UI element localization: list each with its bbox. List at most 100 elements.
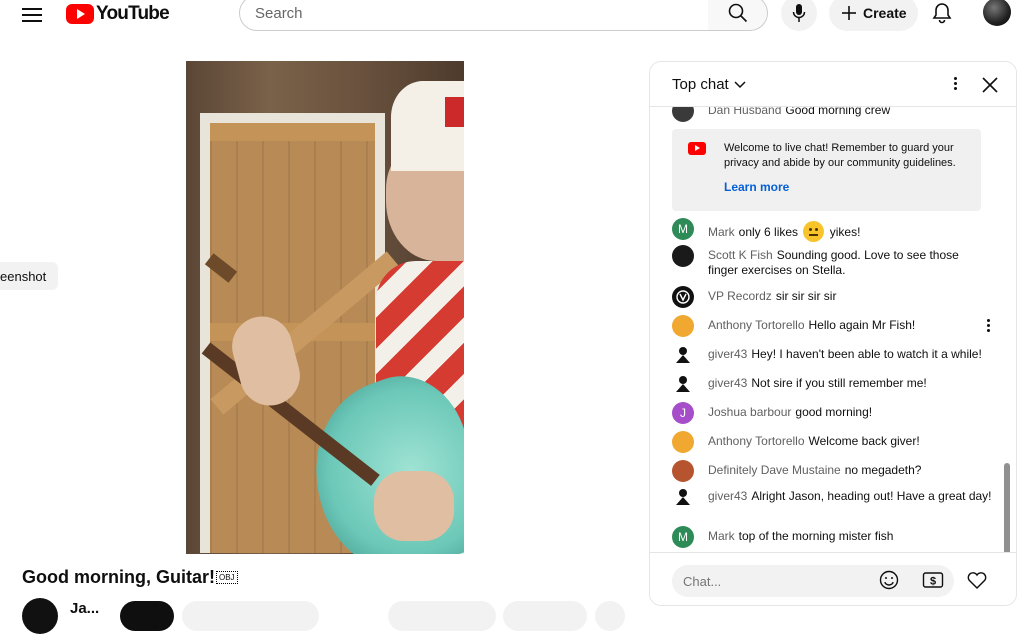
author-name[interactable]: Scott K Fish [708,248,773,262]
object-replacement-glyph: OBJ [215,571,238,584]
chat-message: giver43 Not sire if you still remember me… [672,373,992,395]
screenshot-pill[interactable]: eenshot [0,262,58,290]
chat-message: M Mark only 6 likes yikes! [672,218,992,242]
youtube-play-icon [66,4,94,24]
menu-icon[interactable] [20,4,44,24]
author-name[interactable]: Mark [708,225,735,239]
subscribed-button[interactable] [182,601,319,631]
more-actions-button[interactable] [595,601,625,631]
person-silhouette-icon [676,347,690,363]
notifications-bell-icon[interactable] [931,2,953,24]
message-text: only 6 likes [738,225,799,239]
youtube-icon [688,142,706,155]
message-text: Hey! I haven't been able to watch it a w… [751,347,982,361]
search-icon [728,3,747,23]
user-avatar [672,486,694,508]
close-icon[interactable] [981,76,999,94]
like-dislike-button[interactable] [388,601,496,631]
message-text: Hello again Mr Fish! [808,318,916,332]
search-input[interactable]: Search [239,0,709,31]
user-avatar [672,245,694,267]
chat-scrollbar[interactable] [1004,463,1010,552]
learn-more-link[interactable]: Learn more [724,180,789,194]
youtube-logo[interactable]: YouTube [66,3,170,25]
author-name[interactable]: VP Recordz [708,289,772,303]
top-bar: YouTube Search Create [0,0,1024,32]
chat-message: giver43 Alright Jason, heading out! Have … [672,486,992,508]
welcome-banner: Welcome to live chat! Remember to guard … [672,129,981,211]
video-title: Good morning, Guitar! OBJ [22,567,238,588]
chat-footer: $ [650,552,1016,605]
video-player[interactable] [186,61,464,554]
user-avatar [672,373,694,395]
chat-message: Definitely Dave Mustaine no megadeth? [672,460,992,482]
chat-more-icon[interactable] [950,75,960,95]
user-avatar [672,431,694,453]
chat-message: giver43 Hey! I haven't been able to watch… [672,344,992,366]
author-name[interactable]: Anthony Tortorello [708,318,805,332]
user-avatar: M [672,526,694,548]
chat-message: Anthony Tortorello Welcome back giver! [672,431,992,453]
person-silhouette-icon [676,376,690,392]
chat-header: Top chat [650,62,1016,107]
microphone-icon [792,4,806,22]
message-text: Not sire if you still remember me! [751,376,927,390]
vp-logo-icon [676,290,690,304]
channel-name[interactable]: Ja... [70,600,99,617]
message-text: Alright Jason, heading out! Have a great… [751,489,992,503]
create-label: Create [863,5,907,21]
user-avatar: M [672,218,694,240]
create-button[interactable]: Create [829,0,918,31]
user-avatar [672,107,694,122]
message-text-after: yikes! [829,225,861,239]
welcome-text: Welcome to live chat! Remember to guard … [724,142,956,169]
author-name[interactable]: giver43 [708,376,747,390]
author-name[interactable]: Mark [708,529,735,543]
author-name[interactable]: giver43 [708,347,747,361]
chat-input[interactable] [672,565,904,597]
search-button[interactable] [708,0,768,31]
message-text: sir sir sir sir [775,289,837,303]
chat-message: Dan Husband Good morning crew [672,107,992,122]
live-chat-panel: Top chat Dan Husband Good morning crew We… [649,61,1017,606]
user-avatar [672,344,694,366]
chat-message: M Mark top of the morning mister fish [672,526,992,548]
account-avatar[interactable] [983,0,1011,26]
video-title-text: Good morning, Guitar! [22,567,215,587]
svg-text:$: $ [930,576,936,588]
author-name[interactable]: Dan Husband [708,107,781,117]
heart-icon[interactable] [966,570,988,590]
join-button[interactable] [120,601,174,631]
neutral-face-icon [803,221,825,242]
share-button[interactable] [503,601,587,631]
logo-text: YouTube [96,3,170,24]
chat-message: J Joshua barbour good morning! [672,402,992,424]
top-chat-dropdown[interactable]: Top chat [672,76,747,93]
user-avatar [672,286,694,308]
message-text: good morning! [795,405,873,419]
message-text: Welcome back giver! [808,434,920,448]
author-name[interactable]: Joshua barbour [708,405,791,419]
person-silhouette-icon [676,489,690,505]
super-chat-icon[interactable]: $ [922,570,944,590]
author-name[interactable]: Anthony Tortorello [708,434,805,448]
user-avatar [672,315,694,337]
message-text: top of the morning mister fish [738,529,894,543]
author-name[interactable]: Definitely Dave Mustaine [708,463,841,477]
voice-search-button[interactable] [781,0,817,31]
chat-message: Scott K Fish Sounding good. Love to see t… [672,245,992,278]
author-name[interactable]: giver43 [708,489,747,503]
chat-title-label: Top chat [672,76,729,93]
chat-message: Anthony Tortorello Hello again Mr Fish! [672,315,992,337]
message-more-icon[interactable] [983,317,993,335]
chevron-down-icon [734,80,746,88]
channel-avatar[interactable] [22,598,58,634]
message-text: no megadeth? [844,463,922,477]
message-text: Good morning crew [785,107,891,117]
chat-message: VP Recordz sir sir sir sir [672,286,992,308]
plus-icon [842,6,856,20]
user-avatar [672,460,694,482]
user-avatar: J [672,402,694,424]
emoji-icon[interactable] [879,570,899,590]
chat-messages[interactable]: Dan Husband Good morning crew Welcome to … [650,107,1016,552]
